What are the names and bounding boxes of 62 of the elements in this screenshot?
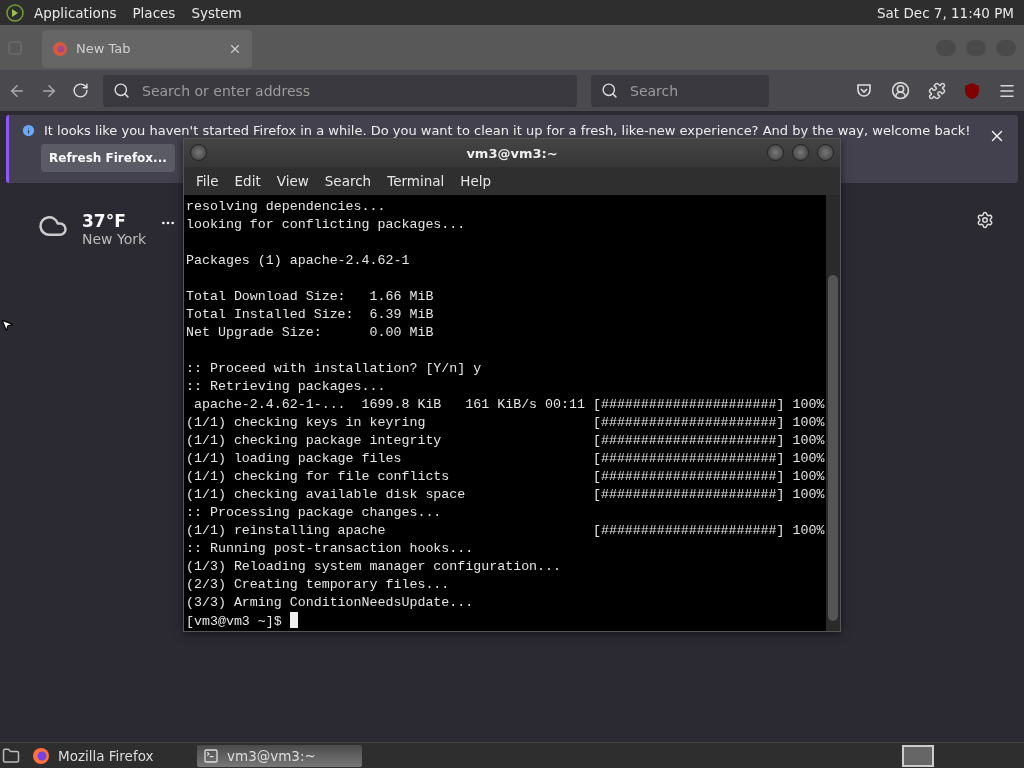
- minimize-button[interactable]: [767, 144, 784, 161]
- address-field[interactable]: Search or enter address: [103, 74, 577, 107]
- terminal-line: apache-2.4.62-1-... 1699.8 KiB 161 KiB/s 00:11 [######################] 100%: [192, 397, 825, 412]
- terminal-line: (1/1) loading package files [######################] 100%: [186, 451, 825, 466]
- terminal-icon: [203, 747, 219, 764]
- terminal-line: (2/3) Creating temporary files...: [186, 577, 450, 592]
- taskbar-item[interactable]: Mozilla Firefox: [26, 744, 191, 767]
- folder-icon[interactable]: [2, 746, 20, 765]
- window-title: vm3@vm3:~: [466, 145, 558, 161]
- browser-tab[interactable]: New Tab: [42, 29, 252, 68]
- terminal-line: Total Download Size: 1.66 MiB: [186, 289, 434, 304]
- search-icon: [113, 82, 130, 99]
- text-cursor: [289, 612, 298, 628]
- account-icon[interactable]: [891, 81, 910, 100]
- search-icon: [601, 82, 618, 99]
- terminal-line: (1/1) checking available disk space [######################] 100%: [186, 487, 825, 502]
- close-button[interactable]: [817, 144, 834, 161]
- terminal-line: resolving dependencies...: [186, 199, 386, 214]
- panel-menu[interactable]: Places: [126, 4, 182, 21]
- terminal-line: looking for conflicting packages...: [186, 217, 466, 232]
- terminal-line: (1/1) reinstalling apache [######################] 100%: [186, 523, 825, 538]
- taskbar-item[interactable]: vm3@vm3:~: [197, 744, 362, 767]
- terminal-line: :: Proceed with installation? [Y/n] y: [186, 361, 482, 376]
- maximize-button[interactable]: [792, 144, 809, 161]
- logo-icon: [6, 3, 24, 22]
- search-field[interactable]: Search: [591, 74, 769, 107]
- temperature: 37°F: [82, 211, 127, 231]
- pointer-icon: [0, 318, 14, 332]
- notification-message: It looks like you haven't started Firefox in a while. Do you want to clean it up for a fresh, like-new experience? And by the way, welcome back!: [44, 123, 971, 138]
- browser-icon: [32, 746, 50, 765]
- menu-item[interactable]: File: [188, 173, 227, 189]
- settings-icon[interactable]: [976, 211, 994, 229]
- terminal-prompt: [vm3@vm3 ~]$: [186, 614, 283, 629]
- panel-menu[interactable]: System: [185, 4, 248, 21]
- terminal-line: Total Installed Size: 6.39 MiB: [186, 307, 434, 322]
- menu-item[interactable]: View: [268, 173, 317, 189]
- reload-icon[interactable]: [72, 82, 89, 99]
- info-icon: [21, 123, 36, 138]
- terminal-line: (1/3) Reloading system manager configuration...: [186, 559, 562, 574]
- panel-menu[interactable]: Applications: [28, 4, 123, 21]
- city-name: New York: [82, 231, 147, 247]
- terminal-line: Net Upgrade Size: 0.00 MiB: [186, 325, 434, 340]
- menu-item[interactable]: Help: [452, 173, 500, 189]
- window-menu-button[interactable]: [190, 144, 207, 161]
- pocket-icon[interactable]: [855, 81, 873, 100]
- clock: Sat Dec 7, 11:40 PM: [877, 4, 1015, 21]
- refresh-button[interactable]: Refresh Firefox...: [41, 144, 175, 172]
- browser-icon: [52, 40, 68, 57]
- menu-item[interactable]: Search: [316, 173, 380, 189]
- workspace-switcher[interactable]: [902, 744, 934, 767]
- terminal-line: (1/1) checking keys in keyring [######################] 100%: [186, 415, 825, 430]
- terminal-line: Packages (1) apache-2.4.62-1: [186, 253, 410, 268]
- terminal-line: (3/3) Arming ConditionNeedsUpdate...: [186, 595, 474, 610]
- menu-item[interactable]: Edit: [226, 173, 269, 189]
- terminal-line: :: Retrieving packages...: [186, 379, 386, 394]
- scrollbar[interactable]: [826, 195, 840, 631]
- terminal-line: (1/1) checking for file conflicts [######################] 100%: [186, 469, 825, 484]
- menu-item[interactable]: Terminal: [379, 173, 453, 189]
- terminal-line: :: Processing package changes...: [186, 505, 442, 520]
- terminal-line: :: Running post-transaction hooks...: [186, 541, 474, 556]
- extensions-icon[interactable]: [928, 81, 946, 100]
- terminal-line: (1/1) checking package integrity [######################] 100%: [186, 433, 825, 448]
